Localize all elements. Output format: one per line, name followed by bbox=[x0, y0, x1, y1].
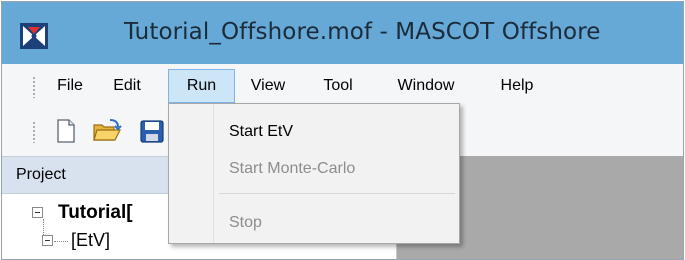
menu-tool[interactable]: Tool bbox=[316, 72, 360, 100]
menu-item-stop[interactable]: Stop bbox=[229, 214, 262, 232]
mascot-logo-icon bbox=[20, 23, 48, 49]
app-window: Tutorial_Offshore.mof - MASCOT Offshore … bbox=[1, 1, 684, 260]
menu-edit[interactable]: Edit bbox=[106, 72, 148, 100]
menu-icon-gutter bbox=[169, 104, 214, 243]
title-bar[interactable]: Tutorial_Offshore.mof - MASCOT Offshore bbox=[2, 2, 683, 64]
toolbar-grip[interactable] bbox=[33, 121, 35, 143]
menu-item-start-etv[interactable]: Start EtV bbox=[229, 123, 293, 141]
collapse-toggle-icon[interactable] bbox=[42, 235, 53, 246]
open-folder-icon[interactable] bbox=[92, 118, 122, 144]
menu-view[interactable]: View bbox=[243, 72, 293, 100]
tree-node-etv[interactable]: [EtV] bbox=[71, 230, 110, 251]
menu-run[interactable]: Run bbox=[168, 69, 235, 103]
tree-root-node[interactable]: Tutorial[ bbox=[58, 202, 133, 224]
menu-file[interactable]: File bbox=[48, 72, 92, 100]
tree-connector bbox=[54, 241, 68, 242]
menu-item-start-monte-carlo[interactable]: Start Monte-Carlo bbox=[229, 160, 355, 178]
window-title: Tutorial_Offshore.mof - MASCOT Offshore bbox=[124, 19, 601, 45]
menu-help[interactable]: Help bbox=[494, 72, 540, 100]
project-panel-title: Project bbox=[16, 166, 66, 183]
menu-separator bbox=[219, 193, 455, 194]
menu-window[interactable]: Window bbox=[386, 72, 466, 100]
run-menu-dropdown: Start EtV Start Monte-Carlo Stop bbox=[168, 103, 460, 244]
new-document-icon[interactable] bbox=[54, 118, 78, 144]
collapse-toggle-icon[interactable] bbox=[32, 207, 43, 218]
menu-grip[interactable] bbox=[33, 76, 35, 98]
save-disk-icon[interactable] bbox=[138, 118, 166, 144]
